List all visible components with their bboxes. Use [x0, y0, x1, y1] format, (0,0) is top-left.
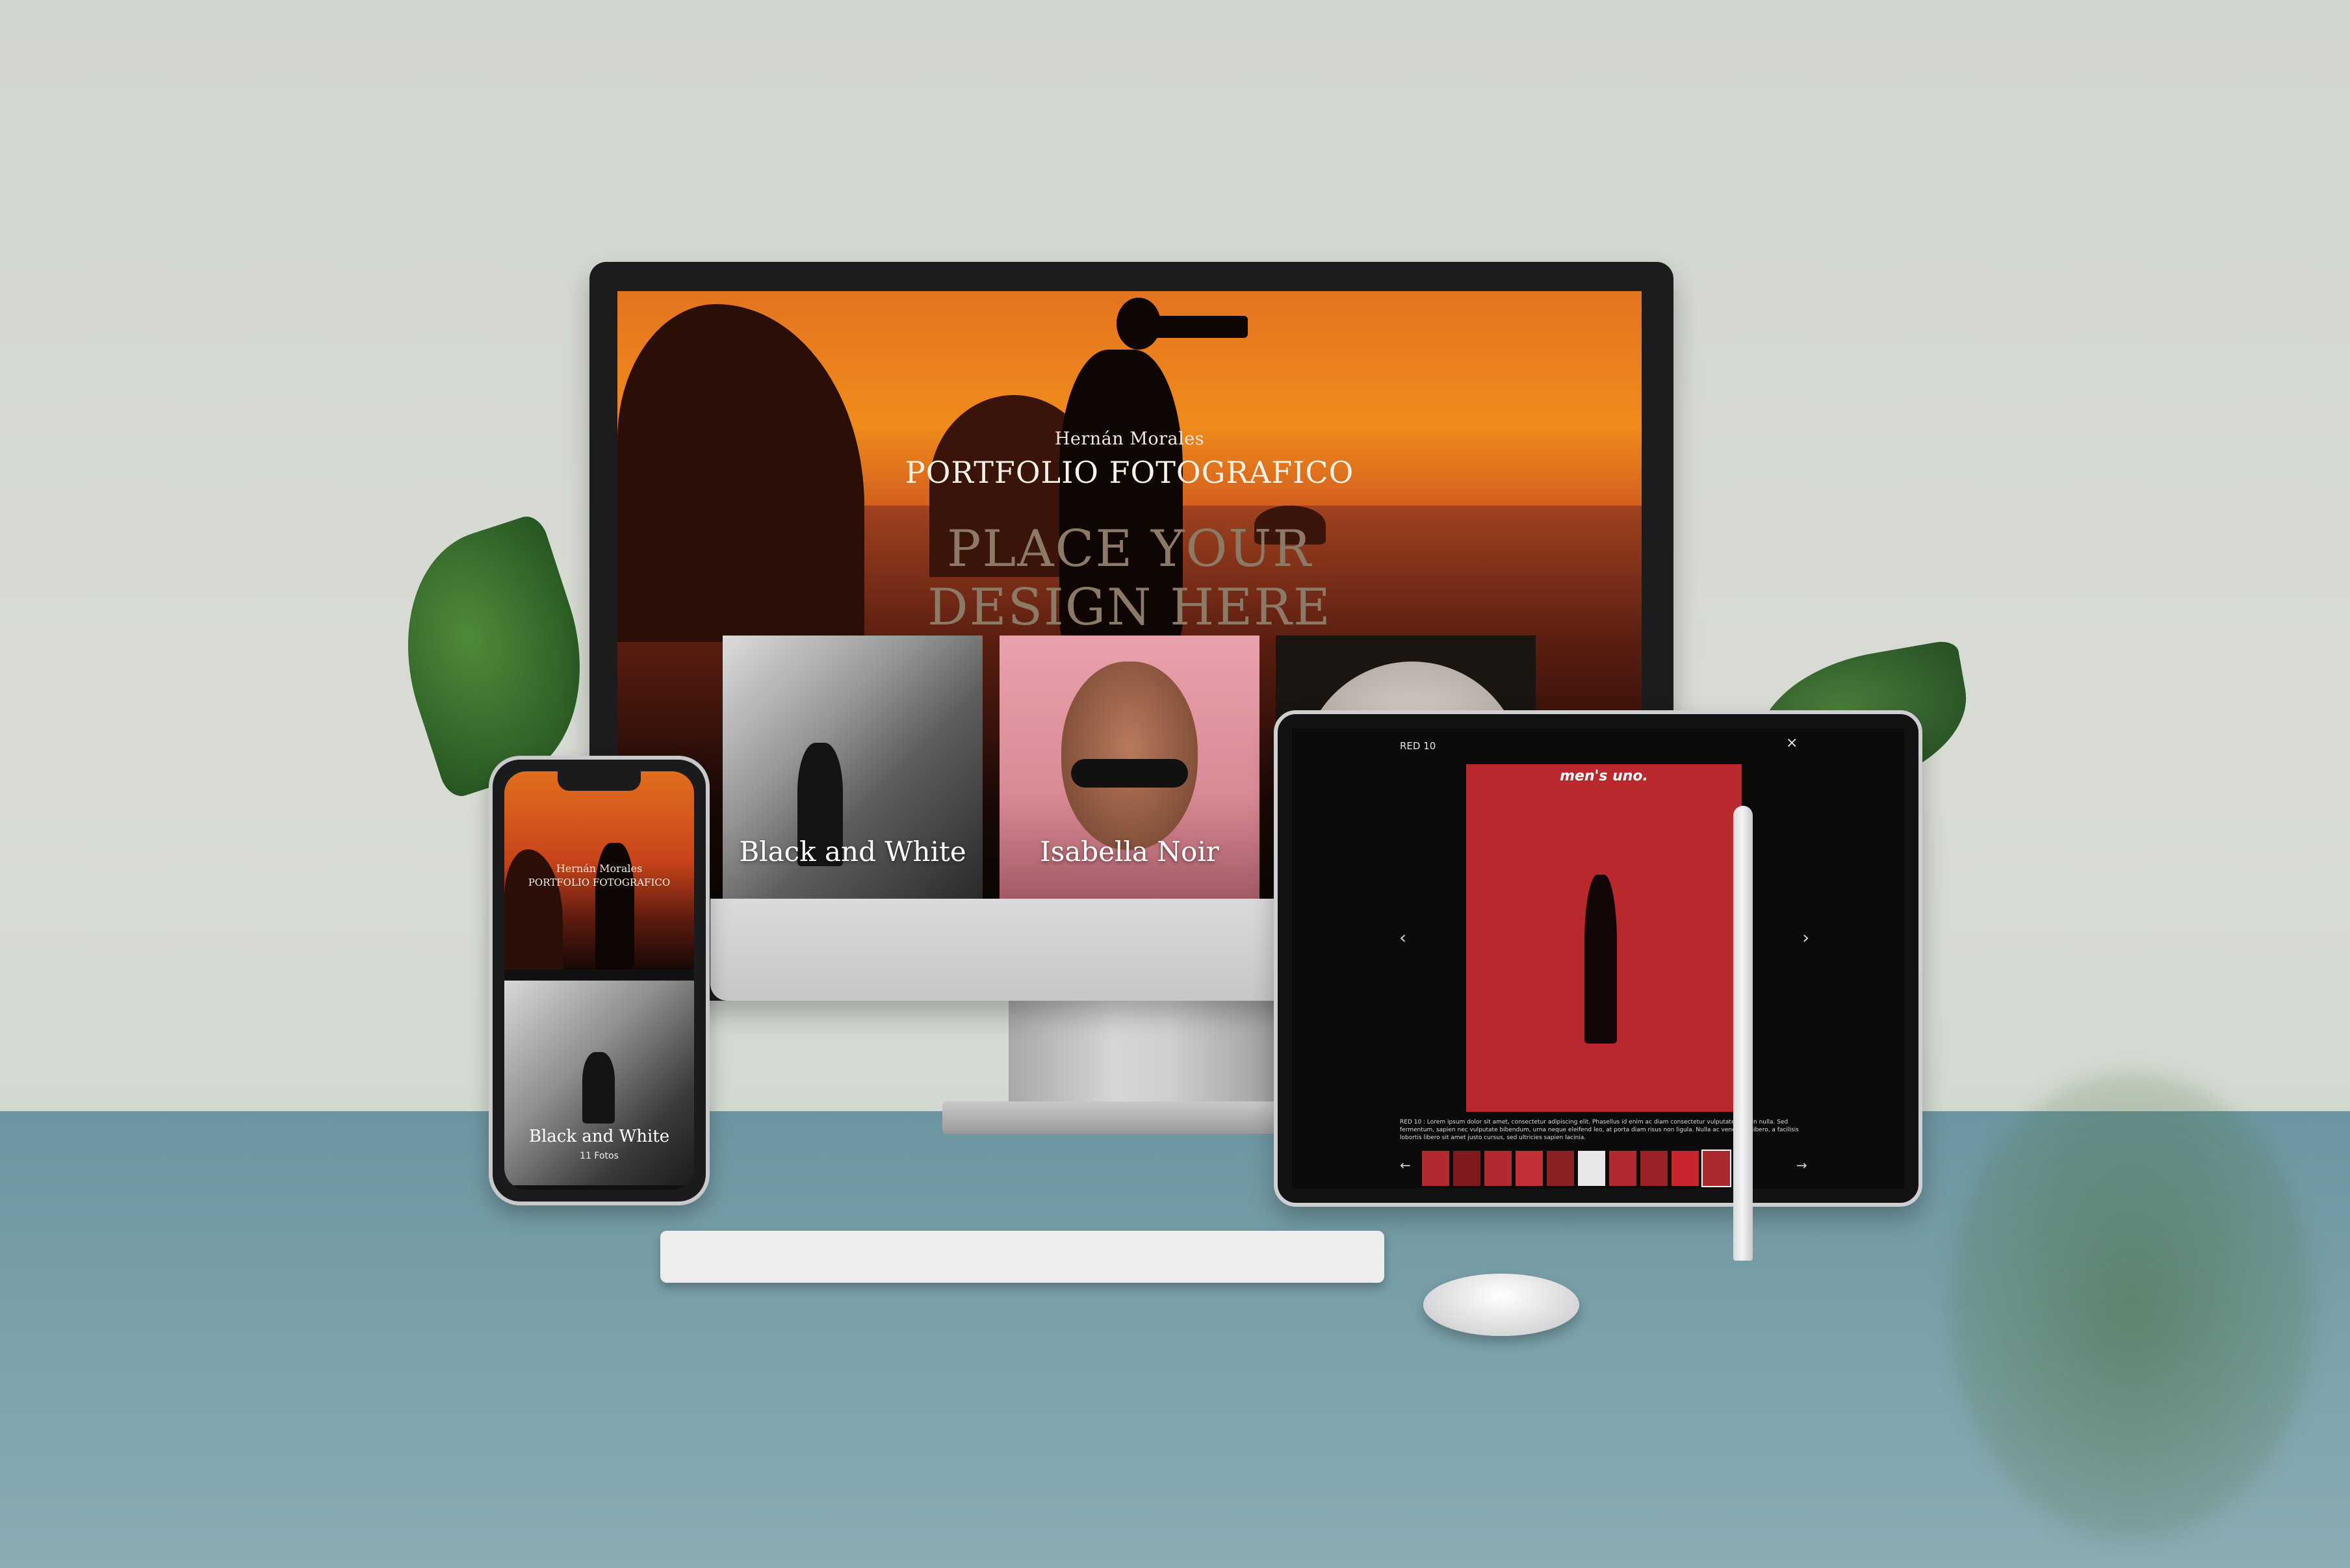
model-figure — [1584, 875, 1617, 1044]
thumbnail[interactable] — [1672, 1151, 1699, 1186]
tablet-device: RED 10 × ‹ men's uno. › RED 10 : Lorem i… — [1274, 710, 1922, 1207]
thumbnail[interactable] — [1547, 1151, 1574, 1186]
thumbnail[interactable] — [1516, 1151, 1543, 1186]
lightbox-photo: men's uno. — [1466, 764, 1742, 1112]
design-placeholder: PLACE YOUR DESIGN HERE — [617, 520, 1642, 637]
thumbnail-strip — [1422, 1150, 1731, 1187]
phone-hero: Hernán Morales PORTFOLIO FOTOGRAFICO — [504, 771, 694, 970]
hero-name: Hernán Morales — [1054, 429, 1205, 449]
mouse — [1423, 1274, 1579, 1336]
gallery-card-black-and-white[interactable]: Black and White — [723, 636, 983, 899]
close-icon[interactable]: × — [1786, 735, 1798, 751]
chevron-left-icon[interactable]: ‹ — [1399, 927, 1406, 948]
phone-gallery-card[interactable]: Black and White 11 Fotos — [504, 981, 694, 1185]
phone-notch — [558, 771, 641, 791]
camera-lens — [1150, 316, 1248, 338]
keyboard — [660, 1231, 1384, 1283]
portrait-face — [1061, 662, 1198, 850]
stylus-pencil — [1733, 806, 1753, 1261]
arrow-left-icon[interactable]: ← — [1400, 1157, 1411, 1173]
hero-title: PORTFOLIO FOTOGRAFICO — [905, 455, 1354, 490]
thumbnail[interactable] — [1484, 1151, 1512, 1186]
lightbox-caption: RED 10 : Lorem ipsum dolor sit amet, con… — [1400, 1119, 1799, 1141]
phone-hero-title: PORTFOLIO FOTOGRAFICO — [528, 877, 671, 888]
blurred-foliage — [1950, 1072, 2314, 1540]
thumbnail[interactable] — [1701, 1150, 1731, 1187]
arrow-right-icon[interactable]: → — [1796, 1157, 1807, 1173]
placeholder-line-1: PLACE YOUR — [947, 520, 1312, 578]
thumbnail[interactable] — [1422, 1151, 1449, 1186]
gallery-card-label: Isabella Noir — [1040, 836, 1219, 868]
placeholder-line-2: DESIGN HERE — [927, 578, 1332, 637]
thumbnail[interactable] — [1640, 1151, 1668, 1186]
mockup-scene: Hernán Morales PORTFOLIO FOTOGRAFICO PLA… — [0, 0, 2350, 1568]
phone-card-count: 11 Fotos — [580, 1151, 619, 1161]
sunglasses — [1071, 759, 1188, 788]
tablet-lightbox: RED 10 × ‹ men's uno. › RED 10 : Lorem i… — [1292, 728, 1904, 1189]
phone-hero-name: Hernán Morales — [556, 862, 643, 875]
magazine-logo: men's uno. — [1560, 768, 1648, 784]
phone-portfolio-page: Hernán Morales PORTFOLIO FOTOGRAFICO Bla… — [504, 771, 694, 1190]
phone-card-label: Black and White — [528, 1127, 670, 1146]
thumbnail[interactable] — [1609, 1151, 1636, 1186]
figure-silhouette — [582, 1052, 615, 1124]
gallery-card-isabella-noir[interactable]: Isabella Noir — [1000, 636, 1259, 899]
phone-device: Hernán Morales PORTFOLIO FOTOGRAFICO Bla… — [489, 756, 710, 1205]
lightbox-title: RED 10 — [1400, 740, 1436, 752]
chevron-right-icon[interactable]: › — [1802, 927, 1809, 948]
thumbnail[interactable] — [1578, 1151, 1605, 1186]
gallery-card-label: Black and White — [739, 836, 966, 868]
imac-stand-neck — [1009, 1001, 1276, 1105]
thumbnail[interactable] — [1453, 1151, 1480, 1186]
